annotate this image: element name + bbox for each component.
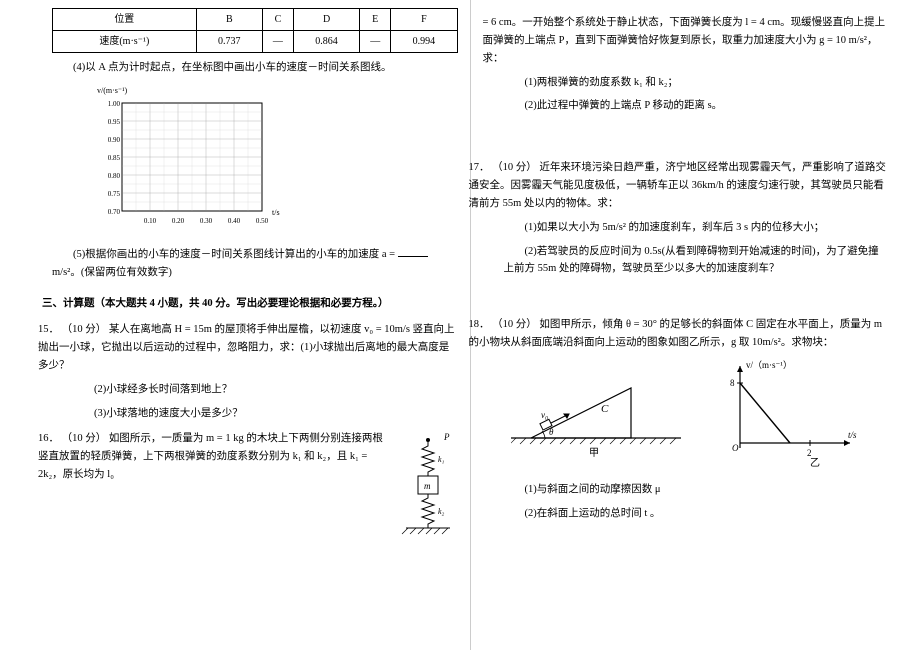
q15-num: 15． [38, 321, 59, 339]
q15-p3: (3)小球落地的速度大小是多少？ [73, 405, 458, 423]
q5-unit: m/s²。(保留两位有效数字) [52, 267, 172, 278]
graph-origin: O [732, 443, 739, 453]
q15-p2: (2)小球经多长时间落到地上？ [73, 381, 458, 399]
vt-graph-figure: v/（m·s⁻¹） t/s O 8 2 乙 [710, 358, 860, 475]
svg-text:0.30: 0.30 [200, 217, 213, 225]
q17-p2: (2)若驾驶员的反应时间为 0.5s(从看到障碍物到开始减速的时间)，为了避免撞… [504, 243, 889, 279]
label-theta: θ [549, 427, 554, 437]
q18-pts: （10 分） [492, 319, 537, 330]
question-16: 16． （10 分） 如图所示，一质量为 m = 1 kg 的木块上下两侧分别连… [38, 430, 458, 484]
question-18: 18． （10 分） 如图甲所示，倾角 θ = 30° 的足够长的斜面体 C 固… [469, 316, 889, 352]
svg-text:P: P [443, 432, 450, 442]
svg-text:v/(m·s⁻¹): v/(m·s⁻¹) [97, 86, 128, 95]
svg-text:0.10: 0.10 [144, 217, 157, 225]
cell: 0.737 [196, 31, 262, 53]
question-17: 17． （10 分） 近年来环境污染日趋严重，济宁地区经常出现雾霾天气，严重影响… [469, 159, 889, 213]
question-15: 15． （10 分） 某人在离地高 H = 15m 的屋顶将手伸出屋檐，以初速度… [38, 321, 458, 375]
q16-pts: （10 分） [62, 433, 107, 444]
svg-text:0.70: 0.70 [108, 208, 121, 216]
blank-fill[interactable] [398, 246, 428, 257]
q18-p1: (1)与斜面之间的动摩擦因数 μ [504, 481, 889, 499]
cell: — [360, 31, 391, 53]
section-3-title: 三、计算题（本大题共 4 小题，共 40 分。写出必要理论根据和必要方程。） [42, 295, 458, 313]
label-v0: v₀ [541, 410, 548, 420]
svg-text:0.85: 0.85 [108, 154, 121, 162]
q18-p2: (2)在斜面上运动的总时间 t 。 [504, 505, 889, 523]
svg-text:0.50: 0.50 [256, 217, 269, 225]
q16-num: 16． [38, 430, 59, 448]
q17-num: 17． [469, 159, 490, 177]
graph-xmax: 2 [807, 448, 812, 458]
svg-text:0.95: 0.95 [108, 118, 121, 126]
svg-text:0.20: 0.20 [172, 217, 185, 225]
svg-text:k₁: k₁ [438, 455, 445, 464]
svg-text:t/s: t/s [272, 208, 280, 217]
col-head: D [293, 9, 359, 31]
table-row-label: 速度(m·s⁻¹) [53, 31, 197, 53]
svg-text:m: m [424, 481, 431, 491]
q18-num: 18． [469, 316, 490, 334]
cell: 0.994 [391, 31, 457, 53]
caption-yi: 乙 [810, 457, 820, 468]
q5-prompt: (5)根据你画出的小车的速度－时间关系图线计算出的小车的加速度 a = m/s²… [52, 246, 458, 282]
caption-jia: 甲 [589, 448, 599, 458]
svg-text:k₂: k₂ [438, 507, 445, 516]
spring-figure: P k₁ m k₂ [398, 430, 458, 567]
velocity-table: 位置 B C D E F 速度(m·s⁻¹) 0.737 — 0.864 — 0… [52, 8, 458, 53]
svg-text:0.75: 0.75 [108, 190, 121, 198]
svg-text:0.80: 0.80 [108, 172, 121, 180]
q16-p1: (1)两根弹簧的劲度系数 k₁ 和 k₂； [504, 74, 889, 92]
q16-cont: = 6 cm。一开始整个系统处于静止状态，下面弹簧长度为 l = 4 cm。现缓… [483, 14, 889, 68]
svg-text:1.00: 1.00 [108, 100, 121, 108]
graph-ylabel: v/（m·s⁻¹） [746, 360, 792, 370]
table-row-label: 位置 [53, 9, 197, 31]
q17-p1: (1)如果以大小为 5m/s² 的加速度刹车，刹车后 3 s 内的位移大小； [504, 219, 889, 237]
q16-p2: (2)此过程中弹簧的上端点 P 移动的距离 s。 [504, 97, 889, 115]
svg-text:0.90: 0.90 [108, 136, 121, 144]
graph-ymax: 8 [730, 378, 735, 388]
q4-prompt: (4)以 A 点为计时起点，在坐标图中画出小车的速度－时间关系图线。 [52, 59, 458, 77]
col-head: C [262, 9, 293, 31]
vt-grid-chart: v/(m·s⁻¹) 1.00 0.95 0.90 0.85 0.80 0.75 … [92, 83, 458, 240]
col-head: E [360, 9, 391, 31]
incline-figure: v₀ θ C 甲 [511, 368, 681, 465]
q17-pts: （10 分） [492, 162, 537, 173]
svg-text:0.40: 0.40 [228, 217, 241, 225]
cell: — [262, 31, 293, 53]
q5-pre: (5)根据你画出的小车的速度－时间关系图线计算出的小车的加速度 a = [73, 249, 395, 260]
col-head: F [391, 9, 457, 31]
col-head: B [196, 9, 262, 31]
q15-pts: （10 分） [62, 324, 107, 335]
cell: 0.864 [293, 31, 359, 53]
label-C: C [601, 403, 609, 415]
graph-xlabel: t/s [848, 430, 857, 440]
